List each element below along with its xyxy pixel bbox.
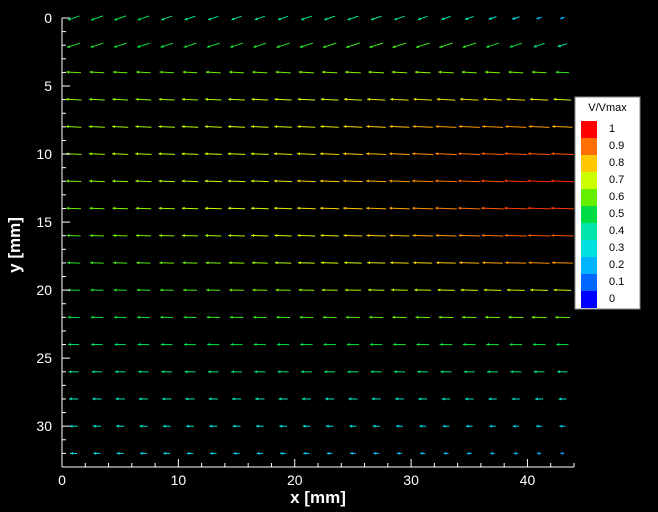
- vector-shaft: [366, 234, 386, 237]
- vector-shaft: [459, 262, 480, 264]
- legend-swatch: [581, 121, 597, 138]
- y-tick-label: 5: [44, 78, 52, 94]
- vector-shaft: [343, 234, 363, 237]
- vector-shaft: [296, 180, 316, 183]
- legend-level-label: 0.3: [609, 242, 624, 254]
- vector-shaft: [366, 207, 387, 210]
- legend-level-label: 0.7: [609, 174, 624, 186]
- legend-level-label: 0.4: [609, 225, 624, 237]
- y-tick-label: 30: [36, 418, 52, 434]
- vector-field-chart: 0 10 20 30 40051015202530 x [mm] y [mm] V/Vm…: [0, 0, 658, 512]
- legend-swatch: [581, 189, 597, 206]
- legend-swatch: [581, 223, 597, 240]
- x-tick-label: 30: [403, 472, 419, 488]
- legend-level-label: 0.9: [609, 140, 624, 152]
- vector-shaft: [458, 234, 480, 237]
- vector-shaft: [551, 262, 573, 264]
- legend-swatch: [581, 274, 597, 291]
- x-tick-label: 20: [287, 472, 303, 488]
- legend-swatch: [581, 257, 597, 274]
- legend-swatch: [581, 138, 597, 155]
- legend-swatch: [581, 291, 597, 308]
- legend-swatch: [581, 172, 597, 189]
- color-legend: V/Vmax 1 0.9 0.8 0.7 0.6 0.5 0.4 0.3 0.2 0.1 0: [574, 96, 641, 310]
- legend-swatch: [581, 240, 597, 257]
- vector-shaft: [527, 234, 551, 237]
- y-tick-label: 10: [36, 146, 52, 162]
- vector-shaft: [551, 234, 574, 237]
- legend-level-label: 1: [609, 123, 615, 135]
- vector-shaft: [528, 262, 550, 264]
- vector-shaft: [436, 262, 456, 264]
- y-axis-title: y [mm]: [5, 217, 24, 273]
- vector-shaft: [413, 262, 433, 264]
- y-tick-label: 15: [36, 214, 52, 230]
- y-tick-label: 20: [36, 282, 52, 298]
- vector-shaft: [435, 234, 457, 237]
- legend-level-label: 0.1: [609, 276, 624, 288]
- x-axis-title: x [mm]: [290, 488, 346, 507]
- vector-shaft: [504, 234, 527, 237]
- vector-shaft: [343, 207, 363, 210]
- vector-shaft: [389, 207, 410, 210]
- chart-background: [0, 0, 658, 512]
- legend-title: V/Vmax: [588, 102, 627, 114]
- vector-shaft: [481, 234, 504, 237]
- y-tick-label: 25: [36, 350, 52, 366]
- x-tick-label: 40: [520, 472, 536, 488]
- legend-swatch: [581, 206, 597, 223]
- legend-level-label: 0.6: [609, 191, 624, 203]
- vector-shaft: [505, 262, 527, 264]
- legend-level-label: 0: [609, 293, 615, 305]
- x-tick-label: 10: [171, 472, 187, 488]
- legend-level-label: 0.2: [609, 259, 624, 271]
- vector-shaft: [320, 207, 340, 210]
- legend-level-label: 0.5: [609, 208, 624, 220]
- vector-shaft: [412, 234, 433, 237]
- x-tick-label: 0: [58, 472, 66, 488]
- y-tick-label: 0: [44, 10, 52, 26]
- vector-shaft: [482, 262, 503, 264]
- vector-shaft: [412, 207, 434, 210]
- legend-swatch: [581, 155, 597, 172]
- vector-shaft: [389, 234, 410, 237]
- legend-level-label: 0.8: [609, 157, 624, 169]
